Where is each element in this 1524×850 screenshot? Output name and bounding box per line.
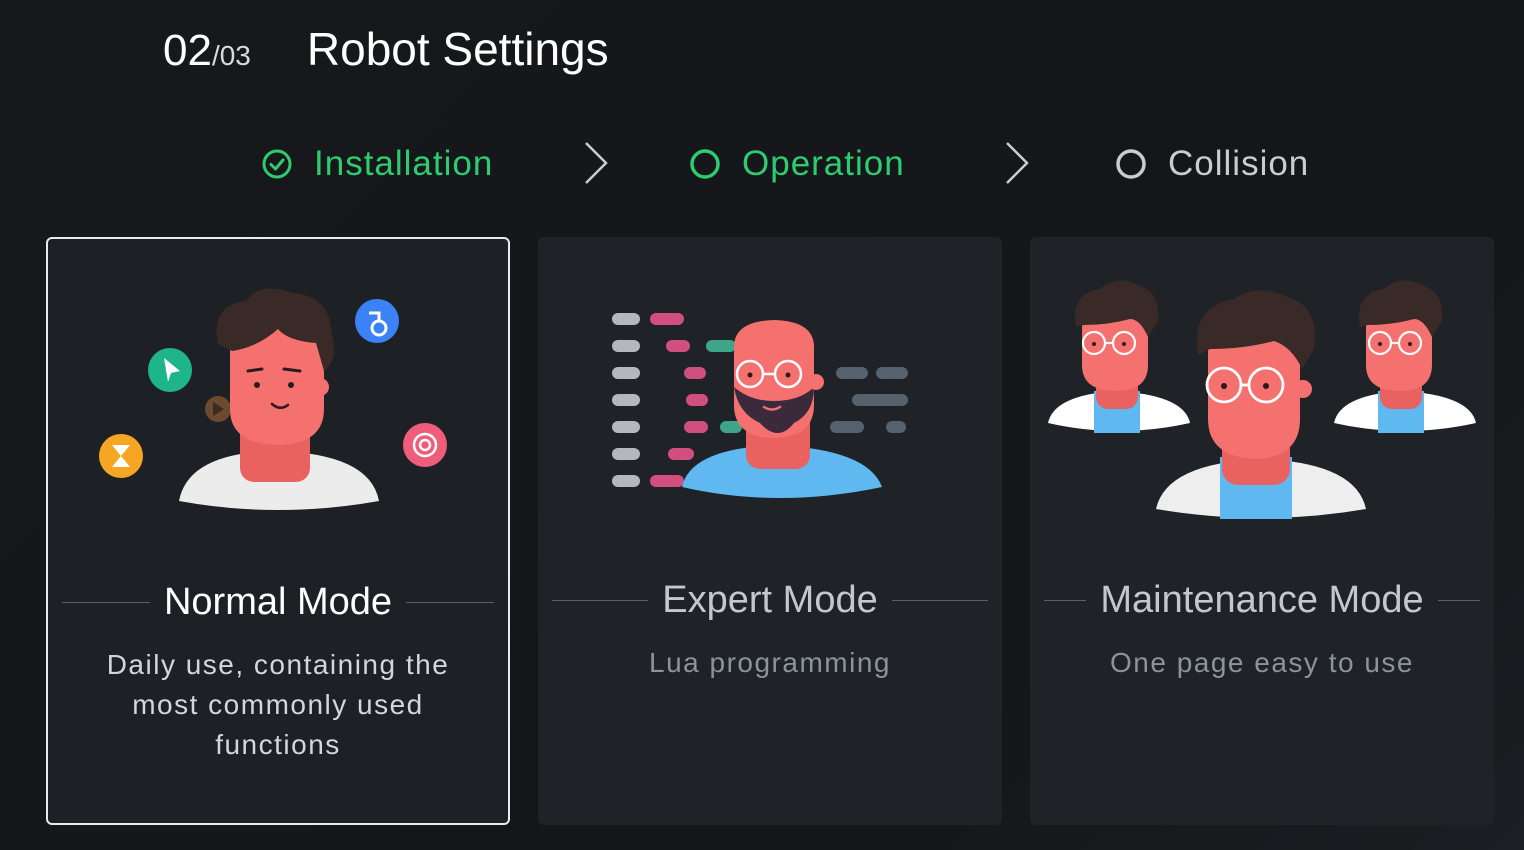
hook-app-icon: [355, 299, 399, 343]
mode-description: Daily use, containing the most commonly …: [106, 649, 450, 760]
chevron-right-icon: [1006, 142, 1029, 184]
divider-line: [1044, 599, 1087, 601]
mode-description: Lua programming: [649, 647, 891, 678]
step-operation-label: Operation: [742, 144, 905, 183]
step-collision[interactable]: Collision: [1116, 138, 1309, 190]
team-member-right: [1334, 280, 1476, 433]
divider-line: [406, 601, 495, 603]
cursor-app-icon: [148, 348, 192, 392]
divider-line: [552, 599, 649, 601]
step-installation[interactable]: Installation: [262, 138, 493, 190]
chevron-right-icon: [585, 142, 608, 184]
setup-stepper: Installation Operation Collision: [0, 138, 1524, 190]
check-circle-icon: [262, 149, 292, 179]
step-collision-label: Collision: [1168, 144, 1310, 183]
wizard-header: 02 /03 Robot Settings: [163, 22, 609, 82]
mode-card-normal[interactable]: Normal Mode Daily use, containing the mo…: [46, 237, 510, 825]
page-title: Robot Settings: [306, 23, 609, 75]
mode-title: Expert Mode: [662, 578, 878, 621]
mode-card-maintenance[interactable]: Maintenance Mode One page easy to use: [1030, 237, 1494, 825]
target-app-icon: [403, 423, 447, 467]
hourglass-app-icon: [99, 434, 143, 478]
step-installation-label: Installation: [314, 144, 494, 183]
maintenance-team-illustration: [1048, 280, 1476, 519]
step-counter-total: /03: [211, 40, 251, 71]
mode-title: Maintenance Mode: [1100, 578, 1424, 621]
mode-description: One page easy to use: [1110, 647, 1414, 678]
divider-line: [891, 599, 989, 601]
mode-title: Normal Mode: [163, 580, 393, 623]
team-member-left: [1048, 280, 1190, 433]
normal-user-illustration: [99, 288, 447, 510]
step-counter-current: 02: [163, 26, 212, 75]
ring-icon: [1116, 149, 1146, 179]
ring-icon: [690, 149, 720, 179]
team-member-center: [1156, 290, 1366, 519]
divider-line: [62, 601, 150, 603]
step-operation[interactable]: Operation: [690, 138, 905, 190]
mode-card-expert[interactable]: Expert Mode Lua programming: [538, 237, 1002, 825]
divider-line: [1437, 599, 1480, 601]
expert-coder-illustration: [612, 313, 908, 498]
